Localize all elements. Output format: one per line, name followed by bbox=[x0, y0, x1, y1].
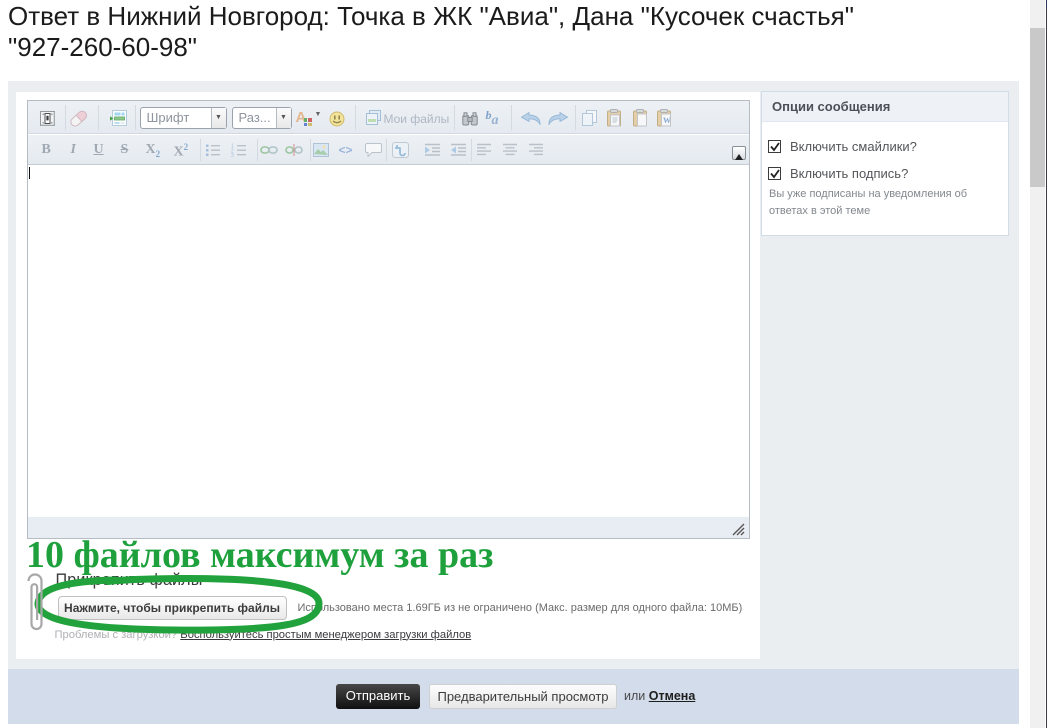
svg-text:W: W bbox=[663, 116, 671, 125]
svg-text:3: 3 bbox=[231, 153, 234, 157]
